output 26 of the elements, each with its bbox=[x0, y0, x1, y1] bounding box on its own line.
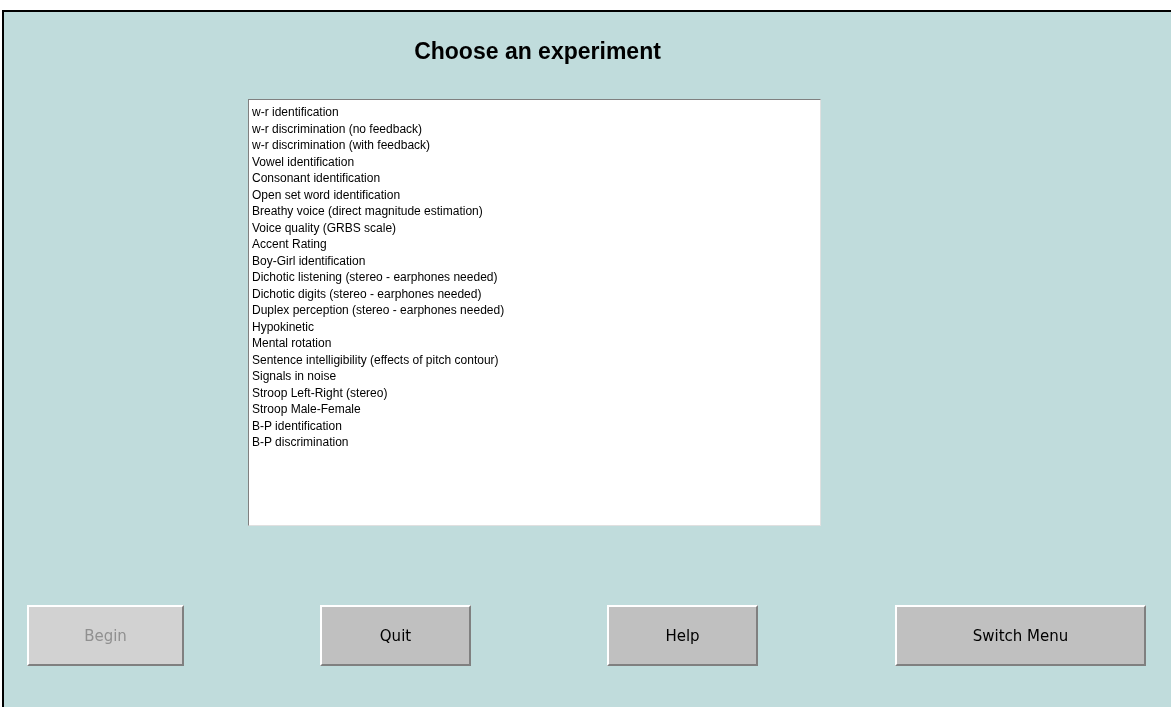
window-title: Choose an experiment bbox=[413, 38, 662, 65]
experiment-list[interactable] bbox=[248, 99, 821, 526]
list-item[interactable]: Sentence intelligibility (effects of pitch contour) bbox=[252, 351, 817, 368]
list-item[interactable]: Stroop Male-Female bbox=[252, 401, 817, 418]
list-item[interactable]: Open set word identification bbox=[252, 186, 817, 203]
list-item[interactable]: Accent Rating bbox=[252, 236, 817, 253]
list-item[interactable]: Stroop Left-Right (stereo) bbox=[252, 384, 817, 401]
list-item[interactable]: Voice quality (GRBS scale) bbox=[252, 219, 817, 236]
list-item[interactable]: w-r identification bbox=[252, 104, 817, 121]
list-item[interactable]: Vowel identification bbox=[252, 153, 817, 170]
action-button[interactable]: Help bbox=[607, 605, 758, 666]
list-item[interactable]: Breathy voice (direct magnitude estimation) bbox=[252, 203, 817, 220]
list-item[interactable]: w-r discrimination (no feedback) bbox=[252, 120, 817, 137]
list-item[interactable]: Hypokinetic bbox=[252, 318, 817, 335]
action-button[interactable]: Switch Menu bbox=[895, 605, 1146, 666]
list-item[interactable]: Dichotic digits (stereo - earphones needed) bbox=[252, 285, 817, 302]
list-item[interactable]: Boy-Girl identification bbox=[252, 252, 817, 269]
list-item[interactable]: Signals in noise bbox=[252, 368, 817, 385]
list-item[interactable]: B-P identification bbox=[252, 417, 817, 434]
list-item[interactable]: w-r discrimination (with feedback) bbox=[252, 137, 817, 154]
list-item[interactable]: Dichotic listening (stereo - earphones needed) bbox=[252, 269, 817, 286]
list-item[interactable]: Duplex perception (stereo - earphones needed) bbox=[252, 302, 817, 319]
list-item[interactable]: Consonant identification bbox=[252, 170, 817, 187]
list-item[interactable]: Mental rotation bbox=[252, 335, 817, 352]
list-item[interactable]: B-P discrimination bbox=[252, 434, 817, 451]
action-button[interactable]: Quit bbox=[320, 605, 471, 666]
